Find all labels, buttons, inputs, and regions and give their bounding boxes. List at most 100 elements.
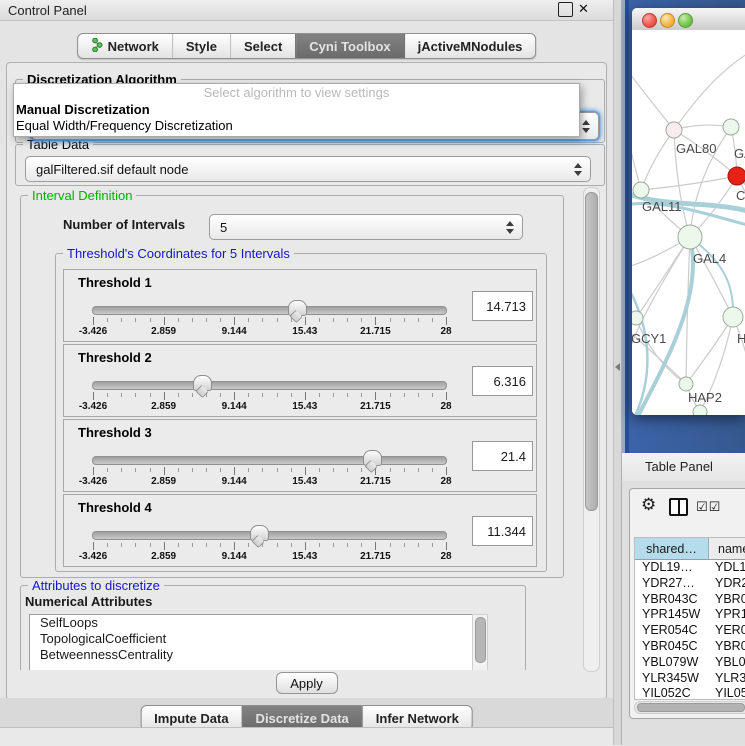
number-of-intervals-combobox[interactable]: 5 [209,214,523,240]
slider-tick-label: 21.715 [360,551,391,562]
slider-tick [150,543,151,547]
minimize-traffic-light-icon[interactable] [660,13,675,28]
tab-label: Infer Network [376,711,459,726]
attributes-list-scrollbar[interactable] [472,614,488,670]
slider-tick [277,393,278,397]
dropdown-option-equal-width-frequency[interactable]: Equal Width/Frequency Discretization [16,118,233,133]
table-row[interactable]: YDR27…YDR27… [635,576,745,592]
slider-tick-label: 9.144 [222,326,247,337]
slider-tick [93,542,94,550]
dropdown-option-manual-discretization[interactable]: Manual Discretization [16,102,150,117]
scrollbar-thumb[interactable] [475,617,486,663]
tab-jactivemnodules[interactable]: jActiveMNodules [404,34,536,58]
close-traffic-light-icon[interactable] [642,13,657,28]
numerical-attributes-list[interactable]: SelfLoopsTopologicalCoefficientBetweenne… [29,614,473,670]
network-node[interactable] [633,182,649,198]
slider-track[interactable] [92,531,447,540]
threshold-value-field[interactable]: 14.713 [472,291,533,321]
combobox-value: 5 [210,220,502,235]
network-canvas[interactable]: GAL80GACGAL11GAL4GCY1HHAP2 [632,30,745,415]
table-row[interactable]: YIL052CYIL052C [635,686,745,700]
slider-tick [93,317,94,325]
tab-style[interactable]: Style [172,34,230,58]
divider-collapse-icon[interactable] [615,363,620,371]
slider-tick [121,318,122,322]
panel-scrollbar[interactable] [583,187,600,672]
network-edge[interactable] [641,176,737,190]
network-view-window[interactable]: GAL80GACGAL11GAL4GCY1HHAP2 [632,8,745,415]
combobox-stepper-icon [578,120,594,133]
gear-icon[interactable]: ⚙ [641,495,656,515]
table-row[interactable]: YDL19…YDL19… [635,560,745,576]
table-row[interactable]: YBR043CYBR043C [635,592,745,608]
network-node[interactable] [723,307,743,327]
attribute-list-item[interactable]: TopologicalCoefficient [30,631,472,647]
tab-network[interactable]: Network [78,34,172,58]
cell-name: YBR045C [709,639,745,655]
slider-tick [206,318,207,322]
cell-shared-name: YBR043C [635,592,709,608]
table-row[interactable]: YBR045CYBR045C [635,639,745,655]
network-edge[interactable] [674,125,731,130]
threshold-value-field[interactable]: 6.316 [472,366,533,396]
slider-thumb[interactable] [193,375,212,391]
network-edge[interactable] [686,317,733,384]
cell-shared-name: YPR145W [635,607,709,623]
close-icon[interactable]: ✕ [578,1,589,17]
table-row[interactable]: YLR345WYLR345W [635,671,745,687]
column-header-name[interactable]: name [709,538,745,559]
slider-track[interactable] [92,456,447,465]
network-node[interactable] [666,122,682,138]
columns-icon[interactable] [669,498,688,516]
network-edge[interactable] [632,130,641,190]
checkbox-icons[interactable]: ☑☑ [696,499,721,515]
table-data-combobox[interactable]: galFiltered.sif default node [25,156,591,182]
scrollbar-thumb[interactable] [585,192,598,511]
table-data-group: Table Data galFiltered.sif default node [15,144,605,186]
slider-tick [135,543,136,547]
network-edge[interactable] [632,70,674,130]
network-node[interactable] [728,167,745,185]
slider-thumb[interactable] [288,300,307,316]
slider-thumb[interactable] [250,525,269,541]
network-window-titlebar[interactable] [632,8,745,31]
attribute-list-item[interactable]: BetweennessCentrality [30,647,472,663]
slider-tick [333,393,334,397]
cell-name: YBR043C [709,592,745,608]
slider-track[interactable] [92,381,447,390]
status-strip [0,727,622,746]
tab-cyni-toolbox[interactable]: Cyni Toolbox [295,34,403,58]
slider-tick [277,318,278,322]
column-header-shared[interactable]: shared… [635,538,709,559]
network-edge-highlighted[interactable] [632,280,647,415]
network-node[interactable] [679,377,693,391]
slider-track[interactable] [92,306,447,315]
attribute-list-item[interactable]: SelfLoops [30,615,472,631]
panel-divider[interactable] [613,0,622,745]
table-row[interactable]: YBL079WYBL079W [635,655,745,671]
table-row[interactable]: YER054CYER054C [635,623,745,639]
scrollbar-thumb[interactable] [637,703,745,712]
tab-label: Cyni Toolbox [309,39,390,54]
threshold-value-field[interactable]: 11.344 [472,516,533,546]
apply-button[interactable]: Apply [276,672,338,694]
table-row[interactable]: YPR145WYPR145W [635,607,745,623]
network-edge[interactable] [674,52,745,130]
slider-tick [305,392,306,400]
table-horizontal-scrollbar[interactable] [634,701,745,714]
network-edge[interactable] [641,130,674,190]
control-panel-titlebar: Control Panel ✕ [0,0,613,21]
table-panel-body: ⚙ ☑☑ shared… name YDL19…YDL19…YDR27…YDR2… [622,481,745,745]
number-of-intervals-label: Number of Intervals [63,217,185,232]
slider-tick [135,318,136,322]
network-node[interactable] [723,119,739,135]
threshold-value-field[interactable]: 21.4 [472,441,533,471]
network-node[interactable] [632,311,643,325]
slider-thumb[interactable] [363,450,382,466]
network-node[interactable] [678,225,702,249]
tab-select[interactable]: Select [230,34,295,58]
slider-tick [390,393,391,397]
network-node[interactable] [693,405,707,415]
zoom-traffic-light-icon[interactable] [678,13,693,28]
float-window-icon[interactable] [558,2,573,17]
